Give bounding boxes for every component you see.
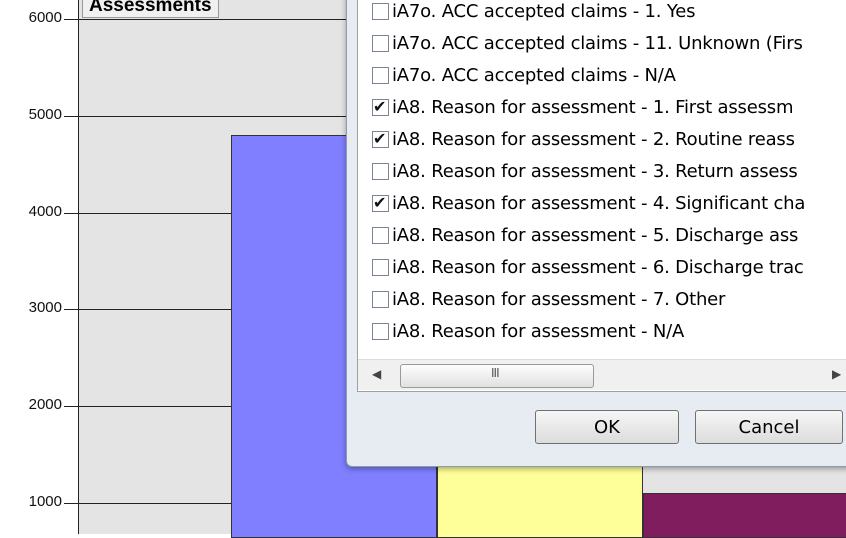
checkbox-list-item[interactable]: iA8. Reason for assessment - 3. Return a… [372, 155, 798, 187]
checked-checkbox-icon[interactable] [372, 97, 389, 116]
checked-checkbox-icon[interactable] [372, 193, 389, 212]
checkbox-icon[interactable] [372, 226, 389, 244]
checkbox-icon[interactable] [372, 322, 389, 340]
scroll-right-arrow-icon[interactable]: ▶ [832, 367, 841, 381]
checkbox-icon[interactable] [372, 162, 389, 180]
cancel-button[interactable]: Cancel [695, 410, 843, 444]
checkbox-list-item[interactable]: iA7o. ACC accepted claims - 11. Unknown … [372, 27, 803, 59]
checkbox-label: iA8. Reason for assessment - 7. Other [392, 288, 726, 310]
checkbox-list: iA7o. ACC accepted claims - 1. Yes iA7o. … [358, 0, 846, 361]
scroll-grip-icon: III [491, 366, 500, 380]
y-tick-label: 3000 [28, 299, 62, 316]
checkbox-list-item[interactable]: iA8. Reason for assessment - 1. First as… [372, 91, 793, 123]
checkbox-label: iA8. Reason for assessment - 2. Routine … [392, 128, 795, 150]
checkbox-icon[interactable] [372, 2, 389, 20]
checkbox-icon[interactable] [372, 290, 389, 308]
ok-button[interactable]: OK [535, 410, 679, 444]
checkbox-label: iA8. Reason for assessment - N/A [392, 320, 685, 342]
bar-3 [643, 493, 846, 538]
y-tick-label: 4000 [28, 203, 62, 220]
y-tick-label: 5000 [28, 106, 62, 123]
checkbox-list-item[interactable]: iA8. Reason for assessment - N/A [372, 315, 684, 347]
select-items-dialog: iA7o. ACC accepted claims - 1. Yes iA7o. … [346, 0, 846, 467]
horizontal-scrollbar[interactable]: ◀ III ▶ [358, 359, 846, 390]
horizontal-scrollbar-thumb[interactable]: III [400, 364, 594, 388]
checkbox-label: iA8. Reason for assessment - 6. Discharg… [392, 256, 804, 278]
checkbox-label: iA8. Reason for assessment - 1. First as… [392, 96, 794, 118]
y-tick-label: 6000 [28, 9, 62, 26]
checkbox-list-item[interactable]: iA8. Reason for assessment - 2. Routine … [372, 123, 795, 155]
checkbox-label: iA7o. ACC accepted claims - 11. Unknown … [392, 32, 803, 54]
checkbox-icon[interactable] [372, 258, 389, 276]
checkbox-label: iA8. Reason for assessment - 4. Signific… [392, 192, 806, 214]
scroll-left-arrow-icon[interactable]: ◀ [372, 367, 381, 381]
checkbox-label: iA7o. ACC accepted claims - N/A [392, 64, 676, 86]
y-tick-label: 2000 [28, 396, 62, 413]
checkbox-list-item[interactable]: iA7o. ACC accepted claims - 1. Yes [372, 0, 695, 27]
checkbox-icon[interactable] [372, 34, 389, 52]
checkbox-list-item[interactable]: iA8. Reason for assessment - 7. Other [372, 283, 725, 315]
checkbox-list-item[interactable]: iA7o. ACC accepted claims - N/A [372, 59, 676, 91]
checkbox-list-item[interactable]: iA8. Reason for assessment - 6. Discharg… [372, 251, 804, 283]
checkbox-list-item[interactable]: iA8. Reason for assessment - 4. Signific… [372, 187, 805, 219]
checkbox-list-panel: iA7o. ACC accepted claims - 1. Yes iA7o. … [357, 0, 846, 392]
checkbox-icon[interactable] [372, 66, 389, 84]
checkbox-label: iA8. Reason for assessment - 3. Return a… [392, 160, 798, 182]
chart-title: Assessments [82, 0, 219, 18]
checked-checkbox-icon[interactable] [372, 129, 389, 148]
checkbox-label: iA8. Reason for assessment - 5. Discharg… [392, 224, 799, 246]
y-tick-label: 1000 [28, 493, 62, 510]
y-axis-line [78, 0, 79, 534]
checkbox-list-item[interactable]: iA8. Reason for assessment - 5. Discharg… [372, 219, 798, 251]
checkbox-label: iA7o. ACC accepted claims - 1. Yes [392, 0, 696, 22]
